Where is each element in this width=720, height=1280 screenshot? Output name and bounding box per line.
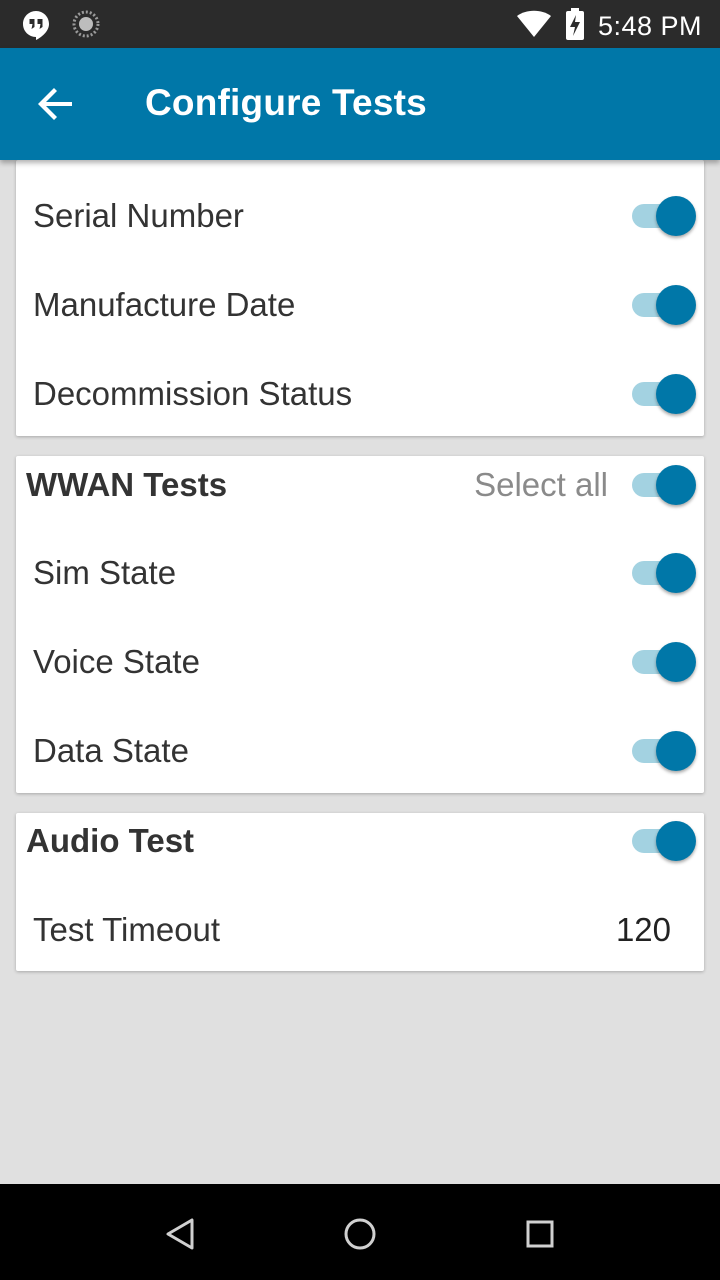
serial-number-label: Serial Number	[33, 196, 244, 234]
nav-recents-button[interactable]	[520, 1214, 560, 1254]
sim-state-label: Sim State	[33, 553, 177, 591]
status-time: 5:48 PM	[597, 11, 702, 41]
list-item: Data State	[16, 706, 704, 795]
list-item: Decommission Status	[16, 349, 704, 438]
nav-back-button[interactable]	[160, 1214, 200, 1254]
list-item: Serial Number	[16, 171, 704, 260]
recents-square-icon	[526, 1220, 554, 1248]
data-state-toggle[interactable]	[632, 730, 696, 771]
test-timeout-label: Test Timeout	[33, 910, 221, 948]
wwan-select-all-toggle[interactable]	[632, 464, 696, 505]
wwan-tests-card: WWAN Tests Select all Sim State Voice St…	[16, 456, 704, 793]
list-item: Voice State	[16, 617, 704, 706]
voice-state-label: Voice State	[33, 642, 200, 680]
serial-number-toggle[interactable]	[632, 195, 696, 236]
list-item: Manufacture Date	[16, 260, 704, 349]
wwan-tests-title: WWAN Tests	[26, 465, 228, 503]
device-tests-card: Serial Number Manufacture Date Decommiss…	[16, 160, 704, 436]
test-timeout-value: 120	[615, 910, 671, 948]
back-button[interactable]	[36, 84, 76, 124]
decommission-status-label: Decommission Status	[33, 374, 353, 412]
back-triangle-icon	[166, 1218, 194, 1250]
navigation-bar	[0, 1184, 720, 1280]
loading-icon	[72, 10, 100, 45]
decommission-status-toggle[interactable]	[632, 373, 696, 414]
voice-state-toggle[interactable]	[632, 641, 696, 682]
battery-charging-icon	[565, 8, 584, 45]
app-bar: Configure Tests	[0, 48, 720, 160]
section-header: WWAN Tests Select all	[16, 440, 704, 529]
audio-test-title: Audio Test	[26, 821, 195, 859]
manufacture-date-toggle[interactable]	[632, 284, 696, 325]
status-bar: 5:48 PM	[0, 0, 720, 48]
test-timeout-row[interactable]: Test Timeout 120	[16, 885, 704, 974]
hangouts-icon	[22, 10, 50, 45]
manufacture-date-label: Manufacture Date	[33, 285, 296, 323]
nav-home-button[interactable]	[340, 1214, 380, 1254]
arrow-left-icon	[38, 88, 72, 120]
page-title: Configure Tests	[145, 82, 427, 123]
wifi-icon	[516, 10, 552, 43]
data-state-label: Data State	[33, 731, 189, 769]
section-header: Audio Test	[16, 796, 704, 885]
audio-test-card: Audio Test Test Timeout 120	[16, 813, 704, 971]
sim-state-toggle[interactable]	[632, 552, 696, 593]
home-circle-icon	[344, 1218, 376, 1250]
select-all-label: Select all	[474, 465, 608, 503]
audio-test-toggle[interactable]	[632, 820, 696, 861]
list-item: Sim State	[16, 528, 704, 617]
